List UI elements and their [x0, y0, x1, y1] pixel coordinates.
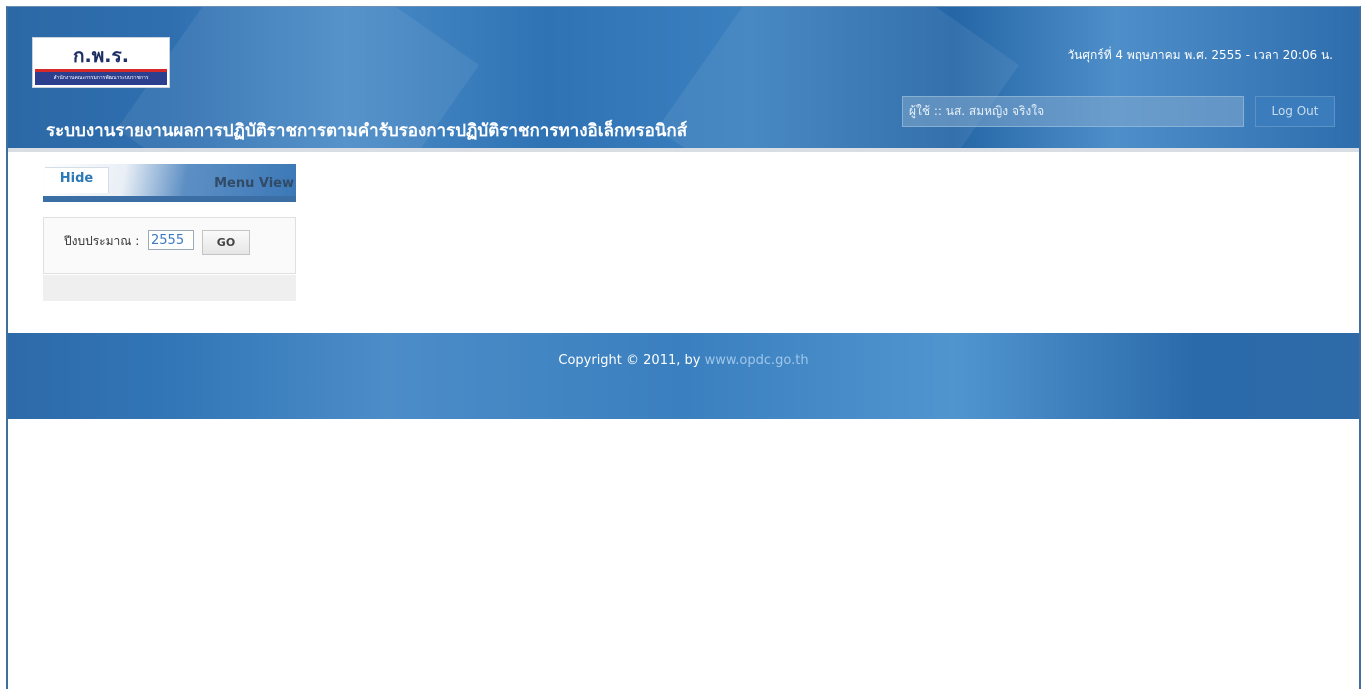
menu-panel-footer	[43, 275, 296, 301]
opdc-link[interactable]: www.opdc.go.th	[705, 353, 809, 368]
logo-mark: ก.พ.ร.	[73, 45, 129, 67]
page-frame: ก.พ.ร. สำนักงานคณะกรรมการพัฒนาระบบราชการ…	[6, 6, 1361, 689]
current-date: วันศุกร์ที่ 4 พฤษภาคม พ.ศ. 2555 - เวลา 2…	[1067, 48, 1333, 62]
go-button[interactable]: GO	[202, 230, 250, 255]
system-title: ระบบงานรายงานผลการปฏิบัติราชการตามคำรับร…	[46, 121, 688, 141]
menu-header-bar	[43, 196, 296, 202]
budget-year-label: ปีงบประมาณ :	[64, 234, 140, 248]
menu-view-label: Menu View	[214, 176, 294, 191]
copyright-text: Copyright © 2011, by www.opdc.go.th	[8, 353, 1359, 368]
copyright-label: Copyright © 2011, by	[558, 353, 705, 368]
budget-year-panel: ปีงบประมาณ : GO	[43, 217, 296, 274]
opdc-logo: ก.พ.ร. สำนักงานคณะกรรมการพัฒนาระบบราชการ	[32, 37, 170, 88]
menu-panel-header: Hide Menu View	[43, 164, 296, 202]
budget-year-input[interactable]	[148, 230, 194, 250]
logo-subtitle: สำนักงานคณะกรรมการพัฒนาระบบราชการ	[35, 72, 167, 85]
site-header: ก.พ.ร. สำนักงานคณะกรรมการพัฒนาระบบราชการ…	[8, 7, 1359, 148]
current-user: ผู้ใช้ :: นส. สมหญิง จริงใจ	[902, 96, 1244, 127]
site-footer: Copyright © 2011, by www.opdc.go.th	[8, 333, 1359, 419]
logout-button[interactable]: Log Out	[1255, 96, 1335, 127]
hide-menu-tab[interactable]: Hide	[45, 167, 109, 193]
header-separator	[8, 148, 1359, 152]
